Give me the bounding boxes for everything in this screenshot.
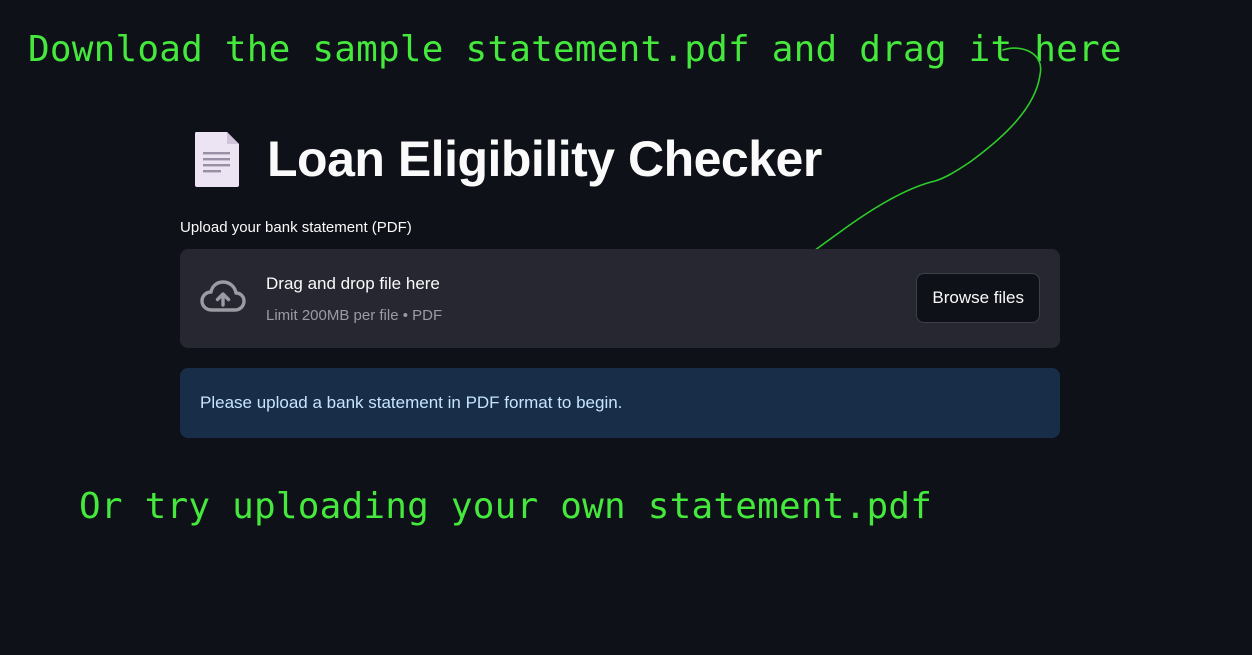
dropzone-limit: Limit 200MB per file • PDF xyxy=(266,307,443,324)
cloud-upload-icon xyxy=(200,280,246,312)
upload-label: Upload your bank statement (PDF) xyxy=(180,219,412,236)
dropzone-title: Drag and drop file here xyxy=(266,274,440,293)
info-alert: Please upload a bank statement in PDF fo… xyxy=(180,368,1060,438)
title-row: Loan Eligibility Checker xyxy=(193,128,822,190)
file-dropzone[interactable]: Drag and drop file here Limit 200MB per … xyxy=(180,249,1060,348)
page-title: Loan Eligibility Checker xyxy=(267,131,822,187)
annotation-upload-own-hint: Or try uploading your own statement.pdf xyxy=(79,486,933,527)
document-icon xyxy=(195,132,239,187)
browse-files-button[interactable]: Browse files xyxy=(916,273,1040,323)
annotation-download-hint: Download the sample statement.pdf and dr… xyxy=(28,29,1122,70)
info-message: Please upload a bank statement in PDF fo… xyxy=(200,393,623,412)
